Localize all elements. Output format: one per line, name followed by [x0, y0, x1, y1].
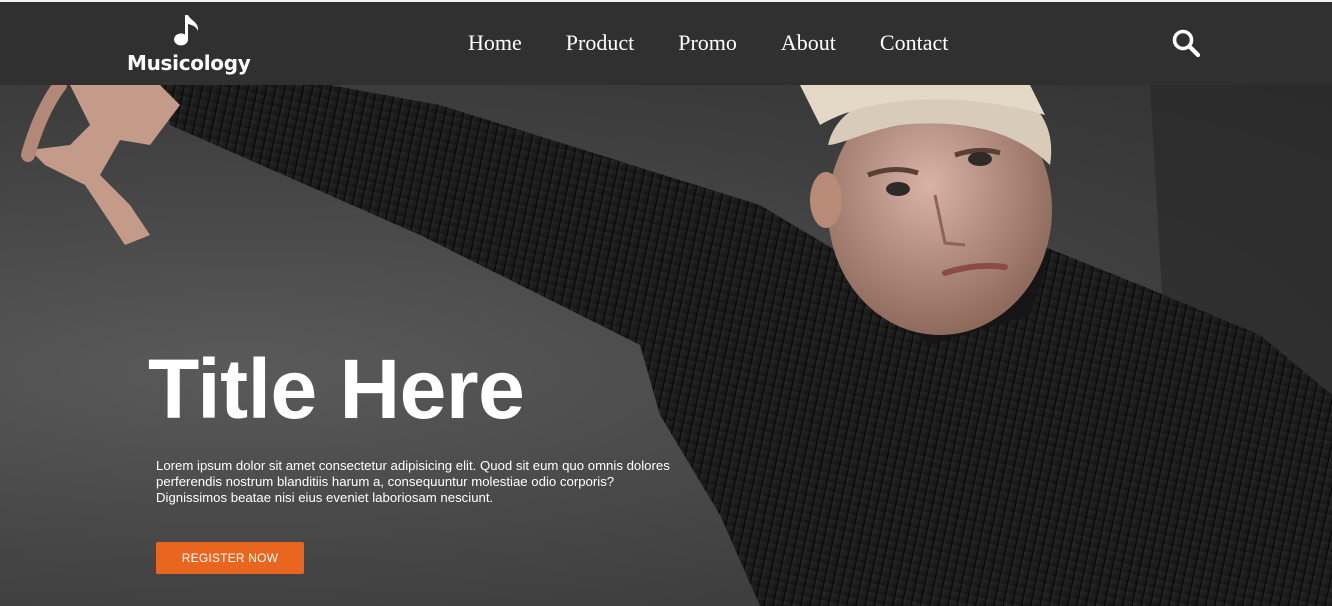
brand-logo[interactable]: Musicology	[127, 12, 251, 76]
navbar: Musicology Home Product Promo About Cont…	[0, 2, 1332, 85]
nav-link-product[interactable]: Product	[566, 28, 634, 58]
register-now-button[interactable]: REGISTER NOW	[156, 542, 304, 574]
brand-name: Musicology	[127, 51, 251, 75]
search-icon	[1172, 29, 1201, 58]
music-note-icon	[174, 15, 199, 46]
nav-link-about[interactable]: About	[781, 28, 836, 58]
main-nav: Home Product Promo About Contact	[468, 28, 948, 58]
hero-title: Title Here	[148, 342, 525, 436]
search-button[interactable]	[1170, 27, 1202, 59]
hero-description: Lorem ipsum dolor sit amet consectetur a…	[156, 458, 670, 505]
nav-link-home[interactable]: Home	[468, 28, 522, 58]
nav-link-promo[interactable]: Promo	[678, 28, 737, 58]
hero-section: Title Here Lorem ipsum dolor sit amet co…	[0, 85, 1332, 606]
nav-link-contact[interactable]: Contact	[880, 28, 948, 58]
